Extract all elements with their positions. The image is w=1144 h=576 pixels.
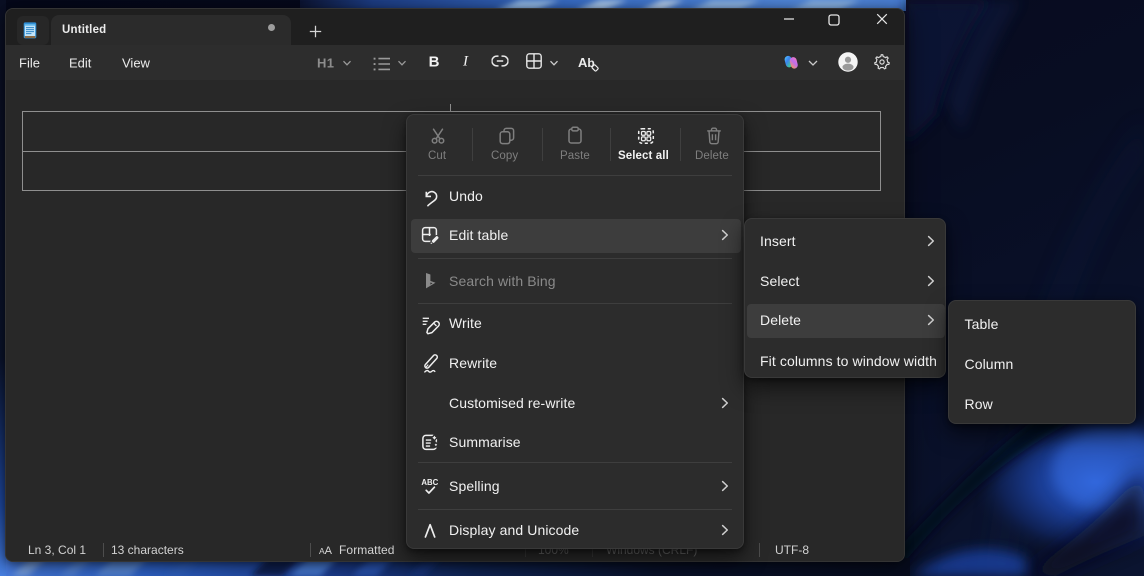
svg-text:ABC: ABC bbox=[421, 478, 438, 487]
